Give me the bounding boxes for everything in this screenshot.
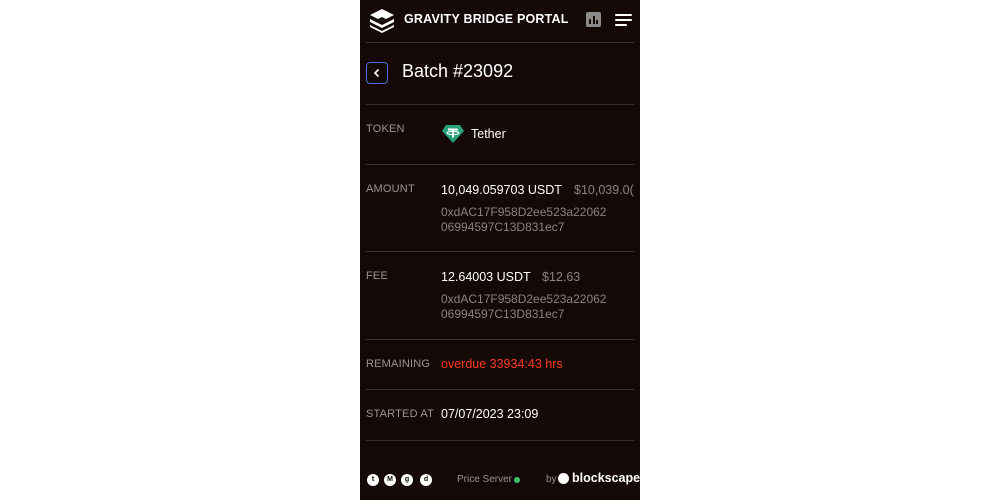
remaining-value: overdue 33934:43 hrs [441,357,563,371]
twitter-icon[interactable]: t [367,474,379,486]
amount-address-line2[interactable]: 06994597C13D831ec7 [441,220,564,234]
blockscape-icon[interactable] [558,473,569,484]
bar-chart-icon[interactable] [586,12,601,27]
fee-address-line1[interactable]: 0xdAC17F958D2ee523a22062 [441,292,606,306]
footer: t M g d Price Server by blockscape [360,468,640,492]
divider [366,251,634,252]
amount-value: 10,049.059703 USDT [441,183,562,197]
brand-title[interactable]: GRAVITY BRIDGE PORTAL [404,12,569,26]
fee-label: FEE [366,270,388,282]
hamburger-menu-icon[interactable] [615,14,632,27]
divider [366,42,634,43]
divider [366,164,634,165]
divider [366,104,634,105]
price-server-label: Price Server [457,474,513,485]
chevron-left-icon [373,68,380,78]
divider [366,440,634,441]
header: GRAVITY BRIDGE PORTAL [360,0,640,42]
amount-address-line1[interactable]: 0xdAC17F958D2ee523a22062 [441,205,606,219]
blockscape-link[interactable]: blockscape [572,471,640,485]
divider [366,389,634,390]
fee-usd: $12.63 [542,270,581,284]
app-screen: GRAVITY BRIDGE PORTAL Batch #23092 TOKEN… [360,0,640,500]
by-label: by [546,474,557,485]
tether-icon [442,125,464,143]
back-button[interactable] [366,62,388,84]
fee-value: 12.64003 USDT [441,270,531,284]
started-at-value: 07/07/2023 23:09 [441,407,539,421]
fee-address-line2[interactable]: 06994597C13D831ec7 [441,307,564,321]
gravity-bridge-logo-icon[interactable] [366,7,398,33]
medium-icon[interactable]: M [384,474,396,486]
github-icon[interactable]: g [401,474,413,486]
amount-usd: $10,039.0( [574,183,634,197]
token-label: TOKEN [366,123,405,135]
amount-usd-clip: $10,039.0( [574,183,636,197]
remaining-label: REMAINING [366,358,431,370]
page-title: Batch #23092 [402,61,514,81]
amount-label: AMOUNT [366,183,415,195]
price-server-status-dot [514,477,520,483]
divider [366,339,634,340]
token-name[interactable]: Tether [471,127,506,141]
started-at-label: STARTED AT [366,408,435,420]
discord-icon[interactable]: d [420,474,432,486]
